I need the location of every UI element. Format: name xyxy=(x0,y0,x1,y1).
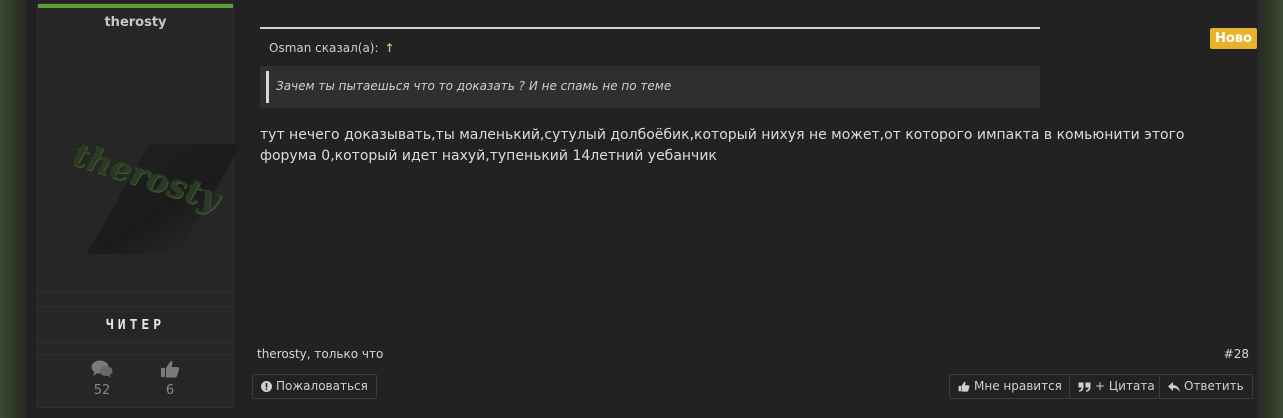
user-column: therosty therosty ЧИТЕР 52 6 xyxy=(37,3,242,408)
comments-icon xyxy=(91,360,113,378)
divider xyxy=(38,354,233,355)
quote-body: Зачем ты пытаешься что то доказать ? И н… xyxy=(260,66,1040,108)
user-rank: ЧИТЕР xyxy=(105,318,166,333)
report-label: Пожаловаться xyxy=(276,379,368,393)
quote-author-name: Osman сказал(а): xyxy=(269,41,379,55)
quote-label: + Цитата xyxy=(1095,379,1155,393)
quote-icon xyxy=(1078,382,1091,392)
like-label: Мне нравится xyxy=(974,379,1062,393)
likes-stat[interactable]: 6 xyxy=(150,360,190,398)
quote-jump-icon[interactable]: ↑ xyxy=(384,41,394,55)
quote-author[interactable]: Osman сказал(а): ↑ xyxy=(269,41,394,55)
messages-stat[interactable]: 52 xyxy=(82,360,122,398)
divider xyxy=(38,291,233,292)
warning-icon xyxy=(261,381,272,392)
divider xyxy=(38,306,233,307)
post-author-time[interactable]: therosty, только что xyxy=(257,347,383,361)
likes-count: 6 xyxy=(165,383,175,398)
message-text: тут нечего доказывать,ты маленький,сутул… xyxy=(260,127,1185,164)
post-container: therosty therosty ЧИТЕР 52 6 Osman сказа… xyxy=(26,0,1258,418)
quote-top-border xyxy=(260,27,1040,29)
thumbs-up-icon xyxy=(958,381,970,392)
messages-count: 52 xyxy=(93,383,111,398)
quote-block: Osman сказал(а): ↑ Зачем ты пытаешься чт… xyxy=(260,27,1040,109)
reply-label: Ответить xyxy=(1184,379,1244,393)
avatar[interactable]: therosty xyxy=(68,134,242,254)
reply-icon xyxy=(1168,382,1180,392)
new-badge: Ново xyxy=(1210,28,1257,49)
thumbs-up-icon xyxy=(161,361,180,378)
post-number-link[interactable]: #28 xyxy=(1224,347,1249,361)
quote-button[interactable]: + Цитата xyxy=(1069,374,1164,399)
report-button[interactable]: Пожаловаться xyxy=(252,374,377,399)
like-button[interactable]: Мне нравится xyxy=(949,374,1071,399)
quote-text: Зачем ты пытаешься что то доказать ? И н… xyxy=(276,79,672,93)
divider xyxy=(38,342,233,343)
reply-button[interactable]: Ответить xyxy=(1159,374,1253,399)
quote-left-bar xyxy=(266,71,269,103)
user-stats: 52 6 xyxy=(38,360,233,405)
user-accent-bar xyxy=(38,4,233,8)
username-link[interactable]: therosty xyxy=(38,15,233,30)
